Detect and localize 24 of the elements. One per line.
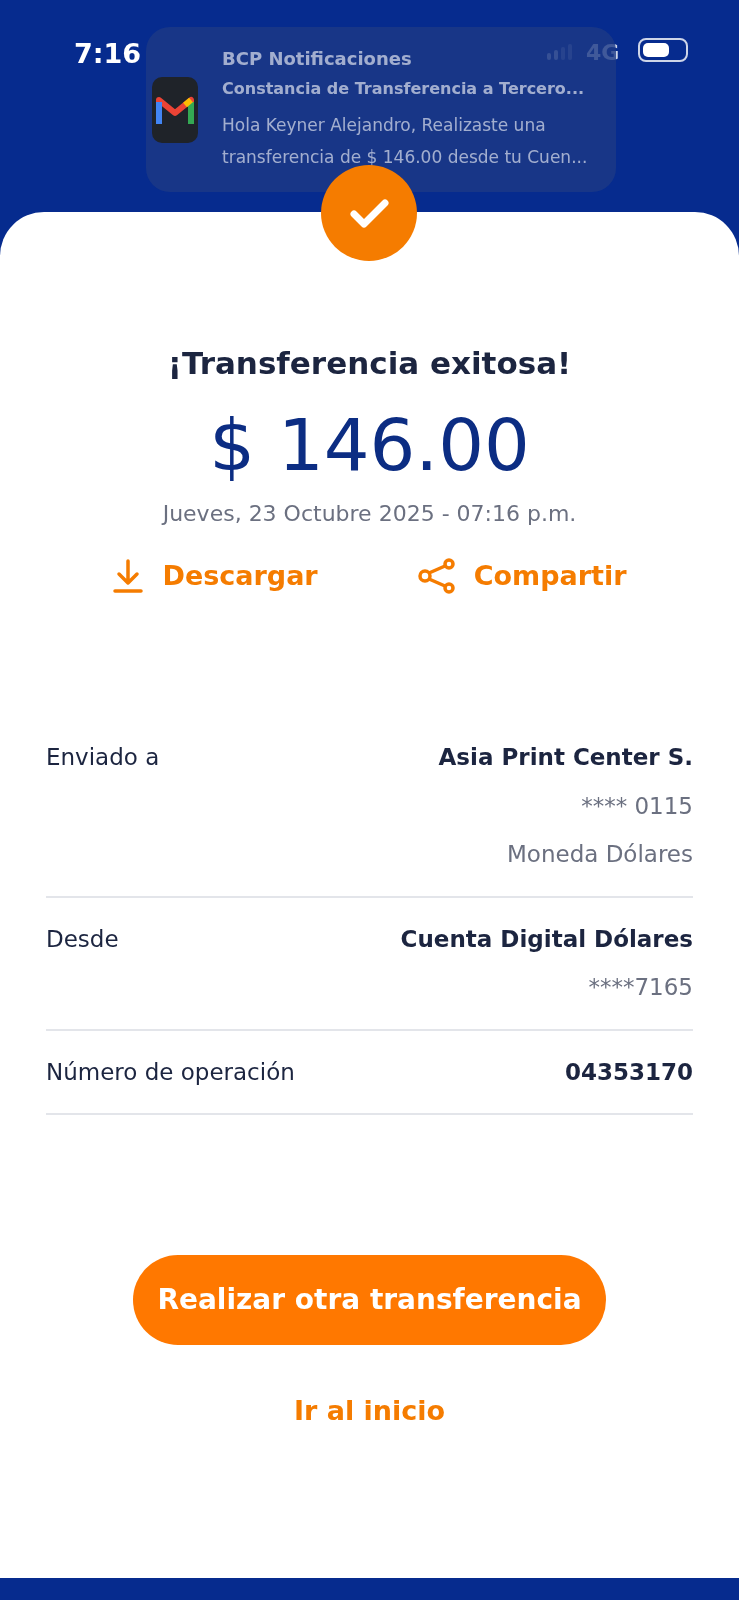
- amount-text: $ 146.00: [209, 408, 530, 481]
- date-text: Jueves, 23 Octubre 2025 - 07:16 p.m.: [162, 499, 577, 528]
- share-button[interactable]: Compartir: [417, 555, 627, 596]
- detail-value: Cuenta Digital Dólares: [400, 924, 693, 954]
- detail-value: Asia Print Center S.: [438, 743, 693, 772]
- battery-icon: [638, 38, 688, 62]
- detail-value: ****7165: [588, 973, 693, 1002]
- detail-value: **** 0115: [581, 791, 693, 821]
- notification-app-name: BCP Notificaciones: [222, 47, 412, 71]
- another-transfer-button[interactable]: Realizar otra transferencia: [133, 1255, 606, 1345]
- detail-label: Desde: [46, 924, 119, 954]
- detail-label: Número de operación: [46, 1057, 295, 1087]
- detail-value: 04353170: [564, 1057, 693, 1087]
- detail-value: Moneda Dólares: [507, 840, 693, 869]
- mail-app-icon: [152, 77, 198, 143]
- download-icon: [112, 557, 145, 594]
- notification-title: Constancia de Transferencia a Tercero...: [222, 78, 586, 100]
- detail-label: Enviado a: [46, 743, 160, 772]
- download-button[interactable]: Descargar: [112, 555, 318, 596]
- share-icon: [417, 557, 456, 594]
- home-link[interactable]: Ir al inicio: [293, 1391, 446, 1432]
- success-title: ¡Transferencia exitosa!: [167, 344, 572, 383]
- status-time: 7:16: [74, 37, 142, 71]
- notification-body: Hola Keyner Alejandro, Realizaste una transferencia de $ 146.00 desde tu Cuen...: [222, 114, 589, 169]
